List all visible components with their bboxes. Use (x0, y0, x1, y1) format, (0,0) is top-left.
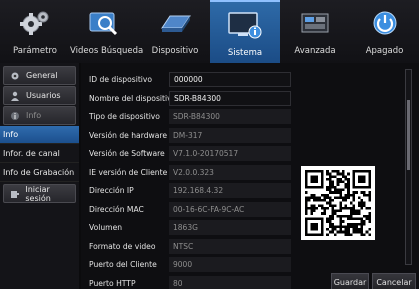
vertical-scrollbar[interactable] (405, 69, 412, 265)
cancel-button[interactable]: Cancelar (372, 273, 416, 289)
sidebar-item-info[interactable]: Info (0, 126, 79, 144)
volume-value: 1863G (169, 220, 291, 235)
field-row-device-name: Nombre del dispositivo SDR-B84300 (89, 91, 291, 106)
device-type-value: SDR-B84300 (169, 109, 291, 124)
tab-parametro[interactable]: Parámetro (0, 0, 70, 63)
cancel-button-label: Cancelar (376, 277, 412, 287)
tab-label: Parámetro (12, 46, 57, 56)
advanced-tools-icon (295, 6, 335, 40)
login-key-icon (9, 189, 20, 199)
field-label: IE versión de Cliente (89, 168, 168, 177)
http-port-value: 80 (169, 276, 291, 289)
device-id-input[interactable]: 000000 (169, 72, 291, 87)
video-format-value: NTSC (169, 239, 291, 254)
sidebar-item-label: Info (26, 111, 42, 120)
gear-icon (9, 71, 21, 81)
sidebar-item-usuarios[interactable]: Usuarios (3, 86, 76, 105)
save-button-label: Guardar (333, 277, 367, 287)
field-label: Dirección IP (89, 186, 134, 195)
scrollbar-thumb[interactable] (407, 100, 410, 170)
tab-label: Apagado (365, 46, 404, 56)
field-row-software-version: Versión de Software V7.1.0-20170517 (89, 146, 291, 161)
main-tab-bar: Parámetro Videos Búsqueda Dispositivo Si… (0, 0, 419, 63)
info-icon (9, 111, 21, 121)
field-row-ip-address: Dirección IP 192.168.4.32 (89, 183, 291, 198)
user-icon (9, 91, 21, 101)
field-label: Puerto del Cliente (89, 260, 157, 269)
field-label: Formato de video (89, 242, 156, 251)
ip-address-value: 192.168.4.32 (169, 183, 291, 198)
field-label: Puerto HTTP (89, 279, 136, 288)
tab-avanzada[interactable]: Avanzada (280, 0, 350, 63)
power-icon (365, 6, 405, 40)
dvr-settings-screen: Parámetro Videos Búsqueda Dispositivo Si… (0, 0, 419, 289)
sidebar-item-iniciar-sesion[interactable]: Iniciar sesión (3, 184, 76, 203)
mac-address-value: 00-16-6C-FA-9C-AC (169, 202, 291, 217)
sidebar-item-label: Usuarios (26, 91, 61, 100)
sidebar-item-label: Iniciar sesión (25, 184, 51, 203)
tab-dispositivo[interactable]: Dispositivo (140, 0, 210, 63)
sidebar-item-label: Infor. de canal (3, 149, 60, 158)
tab-sistema[interactable]: Sistema (210, 0, 280, 63)
system-info-icon (225, 8, 265, 42)
client-version-value: V2.0.0.323 (169, 165, 291, 180)
gear-cog-icon (15, 6, 55, 40)
tab-label: Avanzada (294, 46, 336, 56)
field-row-mac-address: Dirección MAC 00-16-6C-FA-9C-AC (89, 202, 291, 217)
tab-label: Sistema (227, 48, 263, 58)
field-row-volume: Volumen 1863G (89, 220, 291, 235)
field-label: Dirección MAC (89, 205, 144, 214)
field-row-video-format: Formato de video NTSC (89, 239, 291, 254)
qr-code-image (301, 166, 375, 240)
field-label: Versión de hardware (89, 131, 168, 140)
sidebar-item-general[interactable]: General (3, 66, 76, 85)
sidebar-item-label: General (26, 71, 58, 80)
field-row-client-version: IE versión de Cliente V2.0.0.323 (89, 165, 291, 180)
software-version-value: V7.1.0-20170517 (169, 146, 291, 161)
tab-label: Videos Búsqueda (70, 46, 144, 56)
field-row-http-port: Puerto HTTP 80 (89, 276, 291, 289)
field-label: Volumen (89, 223, 123, 232)
field-row-device-type: Tipo de dispositivo SDR-B84300 (89, 109, 291, 124)
field-label: Tipo de dispositivo (89, 112, 160, 121)
sidebar-item-label: Info de Grabación (3, 168, 75, 177)
tab-label: Dispositivo (151, 46, 199, 56)
field-row-hardware-version: Versión de hardware DM-317 (89, 128, 291, 143)
hardware-version-value: DM-317 (169, 128, 291, 143)
field-row-client-port: Puerto del Cliente 9000 (89, 257, 291, 272)
search-magnifier-icon (85, 6, 125, 40)
save-button[interactable]: Guardar (331, 273, 369, 289)
tab-apagado[interactable]: Apagado (350, 0, 419, 63)
field-label: Versión de Software (89, 149, 165, 158)
sidebar-item-info-sub[interactable]: Info (3, 106, 76, 125)
hard-drive-icon (155, 6, 195, 40)
field-label: Nombre del dispositivo (89, 94, 177, 103)
sidebar-item-grabacion[interactable]: Info de Grabación (0, 164, 79, 182)
sidebar-item-label: Info (3, 130, 19, 139)
device-name-input[interactable]: SDR-B84300 (169, 91, 291, 106)
client-port-value: 9000 (169, 257, 291, 272)
tab-videos-busqueda[interactable]: Videos Búsqueda (70, 0, 144, 63)
sidebar-item-canal[interactable]: Infor. de canal (0, 145, 79, 163)
field-row-device-id: ID de dispositivo 000000 (89, 72, 291, 87)
sidebar-menu: General Usuarios Info Info Infor. de can… (0, 63, 79, 289)
system-info-panel: ID de dispositivo 000000 Nombre del disp… (81, 63, 419, 289)
field-label: ID de dispositivo (89, 75, 153, 84)
